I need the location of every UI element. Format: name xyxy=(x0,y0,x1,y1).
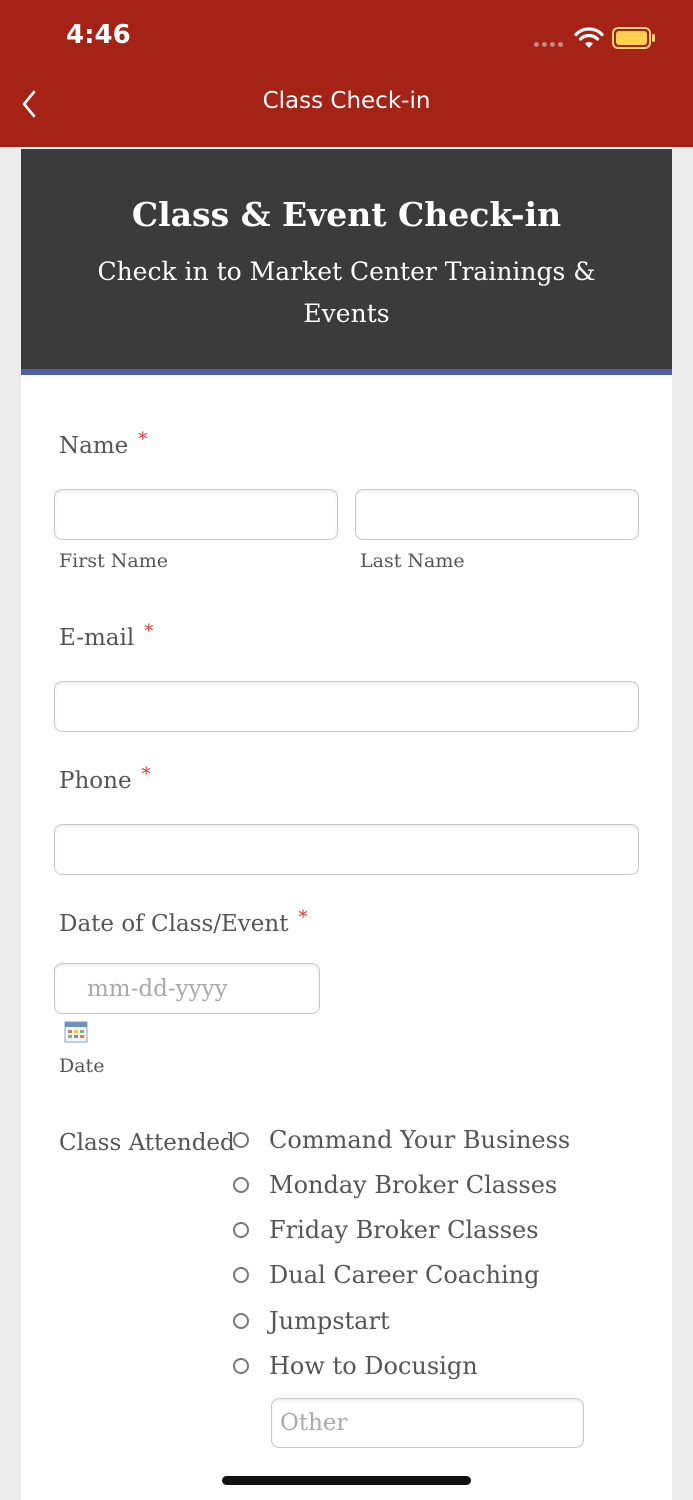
home-indicator xyxy=(222,1476,471,1485)
first-name-sublabel: First Name xyxy=(59,550,168,572)
phone-label-text: Phone xyxy=(59,768,132,794)
radio-button[interactable] xyxy=(233,1313,249,1329)
first-name-input[interactable] xyxy=(55,490,337,539)
form-subtitle: Check in to Market Center Trainings & Ev… xyxy=(97,257,596,328)
radio-option[interactable]: Monday Broker Classes xyxy=(233,1169,557,1201)
other-field[interactable] xyxy=(271,1398,584,1448)
radio-button[interactable] xyxy=(233,1177,249,1193)
form-header: Class & Event Check-in Check in to Marke… xyxy=(21,149,672,375)
email-label: E-mail * xyxy=(59,621,153,651)
radio-label: Dual Career Coaching xyxy=(269,1261,540,1289)
radio-button[interactable] xyxy=(233,1132,249,1148)
status-time: 4:46 xyxy=(66,20,131,50)
cellular-signal-icon xyxy=(534,42,564,48)
radio-button[interactable] xyxy=(233,1222,249,1238)
date-input[interactable] xyxy=(55,964,319,1013)
required-mark: * xyxy=(298,907,308,928)
nav-title: Class Check-in xyxy=(262,88,431,114)
radio-label: Jumpstart xyxy=(269,1307,390,1335)
radio-option[interactable]: Dual Career Coaching xyxy=(233,1259,539,1291)
radio-option[interactable]: Jumpstart xyxy=(233,1305,390,1337)
name-label-text: Name xyxy=(59,433,129,459)
radio-button[interactable] xyxy=(233,1267,249,1283)
email-label-text: E-mail xyxy=(59,625,135,651)
battery-icon xyxy=(612,27,655,49)
required-mark: * xyxy=(144,621,154,642)
app-header: 4:46 Class Check-in xyxy=(0,0,693,147)
name-label: Name * xyxy=(59,429,147,459)
wifi-icon xyxy=(574,27,604,48)
date-field[interactable] xyxy=(54,963,320,1014)
radio-option[interactable]: How to Docusign xyxy=(233,1350,478,1382)
last-name-input[interactable] xyxy=(356,490,638,539)
date-label: Date of Class/Event * xyxy=(59,907,307,937)
phone-label: Phone * xyxy=(59,764,151,794)
phone-input[interactable] xyxy=(55,825,638,874)
radio-label: Friday Broker Classes xyxy=(269,1216,539,1244)
radio-option[interactable]: Command Your Business xyxy=(233,1124,570,1156)
radio-label: How to Docusign xyxy=(269,1352,478,1380)
other-input[interactable] xyxy=(272,1399,583,1447)
radio-label: Command Your Business xyxy=(269,1126,571,1154)
class-attended-label: Class Attended xyxy=(59,1130,235,1156)
required-mark: * xyxy=(138,429,148,450)
date-sublabel: Date xyxy=(59,1055,105,1077)
last-name-sublabel: Last Name xyxy=(360,550,465,572)
form-card: Class & Event Check-in Check in to Marke… xyxy=(21,147,672,1500)
email-input[interactable] xyxy=(55,682,638,731)
phone-field[interactable] xyxy=(54,824,639,875)
calendar-icon[interactable] xyxy=(64,1021,88,1043)
date-label-text: Date of Class/Event xyxy=(59,911,289,937)
last-name-field[interactable] xyxy=(355,489,639,540)
radio-button[interactable] xyxy=(233,1358,249,1374)
radio-option[interactable]: Friday Broker Classes xyxy=(233,1214,539,1246)
radio-label: Monday Broker Classes xyxy=(269,1171,558,1199)
first-name-field[interactable] xyxy=(54,489,338,540)
email-field[interactable] xyxy=(54,681,639,732)
form-title: Class & Event Check-in xyxy=(131,195,562,234)
required-mark: * xyxy=(141,764,151,785)
